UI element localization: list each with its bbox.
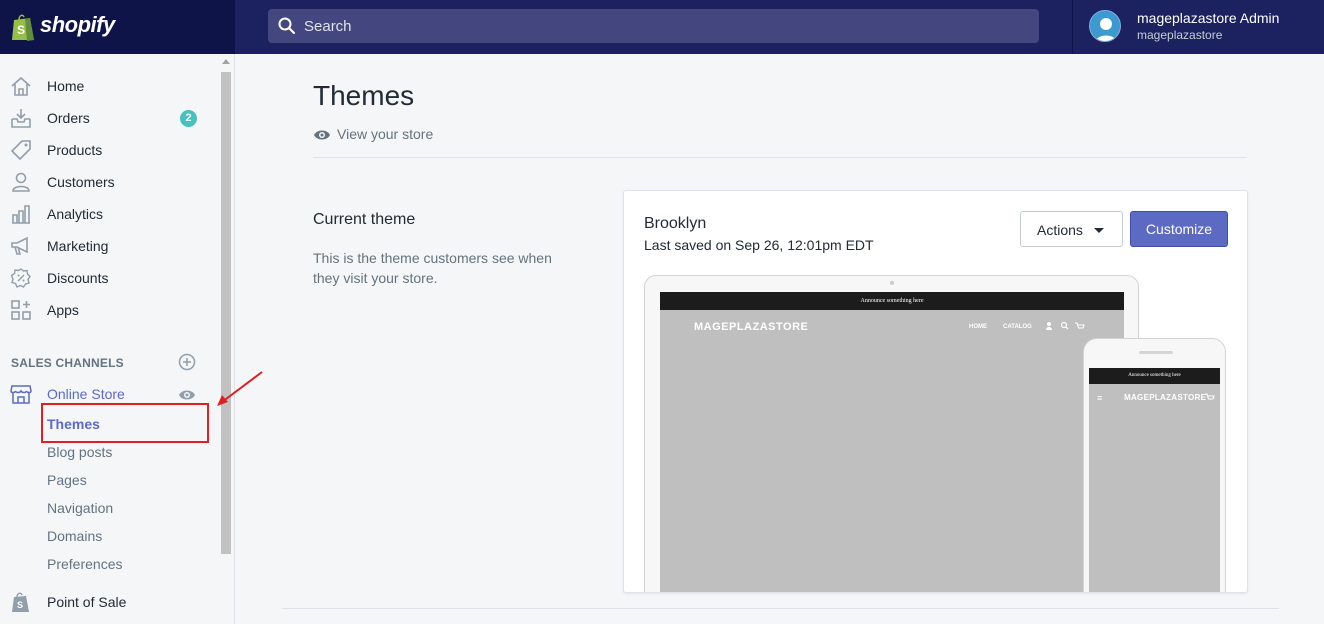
sidebar-item-orders[interactable]: Orders 2 — [0, 102, 218, 134]
phone-speaker — [1139, 351, 1173, 354]
scroll-up-arrow-icon[interactable] — [222, 59, 230, 64]
page-title: Themes — [313, 80, 415, 111]
sidebar-item-home[interactable]: Home — [0, 70, 218, 102]
sidebar-subitem-preferences[interactable]: Preferences — [47, 556, 122, 572]
search-placeholder: Search — [304, 18, 352, 35]
sales-channels-title: SALES CHANNELS — [11, 356, 124, 370]
eye-icon — [314, 130, 330, 140]
user-avatar-icon — [1090, 11, 1120, 41]
sidebar-item-analytics[interactable]: Analytics — [0, 198, 218, 230]
shopify-logo-text: shopify — [40, 12, 115, 37]
preview-nav-home: HOME — [969, 324, 987, 330]
megaphone-icon — [11, 236, 28, 255]
camera-dot — [890, 281, 894, 285]
sidebar-item-label: Orders — [47, 110, 90, 126]
sidebar-item-label: Discounts — [47, 270, 109, 286]
analytics-icon — [12, 205, 30, 224]
top-bar: S shopify Search mageplazastore Admin ma… — [0, 0, 1324, 54]
theme-last-saved: Last saved on Sep 26, 12:01pm EDT — [644, 237, 874, 253]
preview-store-name: MAGEPLAZASTORE — [694, 321, 809, 333]
scrollbar-thumb[interactable] — [221, 72, 231, 554]
search-input[interactable]: Search — [268, 9, 1039, 43]
divider — [313, 157, 1247, 158]
actions-button[interactable]: Actions — [1020, 211, 1123, 247]
bottom-divider — [282, 608, 1279, 609]
annotation-highlight-box — [41, 403, 209, 443]
logo-area[interactable]: S shopify — [0, 0, 235, 54]
sidebar-item-marketing[interactable]: Marketing — [0, 230, 218, 262]
shopify-bag-icon: S — [12, 592, 29, 612]
sidebar-subitem-navigation[interactable]: Navigation — [47, 500, 113, 516]
mobile-announcement-bar: Announce something here — [1089, 368, 1220, 384]
mobile-preview-screen: Announce something here ≡ MAGEPLAZASTORE — [1089, 368, 1220, 592]
orders-icon — [11, 109, 31, 128]
customer-icon — [12, 172, 30, 192]
sidebar-item-apps[interactable]: Apps — [0, 294, 218, 326]
view-online-store-eye-icon[interactable] — [178, 389, 196, 401]
announcement-bar: Announce something here — [660, 292, 1124, 310]
desktop-preview: Announce something here MAGEPLAZASTORE H… — [644, 275, 1139, 592]
store-icon — [10, 385, 32, 404]
apps-icon — [11, 300, 31, 320]
avatar[interactable] — [1089, 10, 1121, 42]
svg-text:S: S — [17, 23, 25, 37]
mobile-store-name: MAGEPLAZASTORE — [1124, 393, 1207, 402]
current-theme-description: This is the theme customers see when the… — [313, 250, 552, 286]
sidebar-scrollbar[interactable] — [218, 54, 234, 624]
mobile-preview: Announce something here ≡ MAGEPLAZASTORE — [1083, 338, 1226, 592]
sidebar-item-customers[interactable]: Customers — [0, 166, 218, 198]
hamburger-menu-icon: ≡ — [1097, 393, 1103, 403]
current-theme-heading: Current theme — [313, 211, 416, 228]
discount-icon — [10, 268, 31, 288]
add-sales-channel-icon[interactable] — [178, 353, 196, 371]
sidebar-item-label: Home — [47, 78, 85, 94]
desktop-preview-screen: Announce something here MAGEPLAZASTORE H… — [660, 292, 1124, 592]
orders-count-badge: 2 — [180, 110, 197, 127]
search-icon — [278, 17, 296, 35]
sidebar-item-label: Customers — [47, 174, 115, 190]
customize-button[interactable]: Customize — [1130, 211, 1228, 247]
sidebar-item-discounts[interactable]: Discounts — [0, 262, 218, 294]
actions-label: Actions — [1037, 222, 1083, 238]
sidebar-item-label: Point of Sale — [47, 594, 127, 610]
sidebar-subitem-domains[interactable]: Domains — [47, 528, 102, 544]
sidebar-item-label: Marketing — [47, 238, 109, 254]
user-divider — [1072, 0, 1073, 54]
sidebar: Home Orders 2 Products Customers Analyti… — [0, 54, 235, 624]
svg-text:S: S — [17, 600, 23, 610]
sidebar-item-label: Online Store — [47, 386, 125, 402]
sidebar-subitem-blog-posts[interactable]: Blog posts — [47, 444, 112, 460]
theme-name: Brooklyn — [644, 215, 707, 232]
sidebar-item-point-of-sale[interactable]: S Point of Sale — [0, 586, 218, 618]
sidebar-item-label: Apps — [47, 302, 79, 318]
sidebar-item-label: Analytics — [47, 206, 104, 222]
annotation-arrow-icon — [217, 371, 263, 406]
shopify-bag-icon: S — [12, 14, 34, 41]
sidebar-item-products[interactable]: Products — [0, 134, 218, 166]
user-name[interactable]: mageplazastore Admin — [1137, 10, 1279, 26]
home-icon — [11, 76, 31, 96]
sidebar-item-label: Products — [47, 142, 103, 158]
cart-icon — [1205, 393, 1215, 400]
tag-icon — [10, 140, 31, 161]
preview-header-icons — [1046, 321, 1085, 330]
current-theme-card: Brooklyn Last saved on Sep 26, 12:01pm E… — [623, 190, 1248, 593]
view-store-label: View your store — [337, 126, 434, 142]
chevron-down-icon — [1094, 228, 1104, 233]
user-store: mageplazastore — [1137, 28, 1223, 42]
preview-nav-catalog: CATALOG — [1003, 324, 1032, 330]
sidebar-subitem-pages[interactable]: Pages — [47, 472, 87, 488]
